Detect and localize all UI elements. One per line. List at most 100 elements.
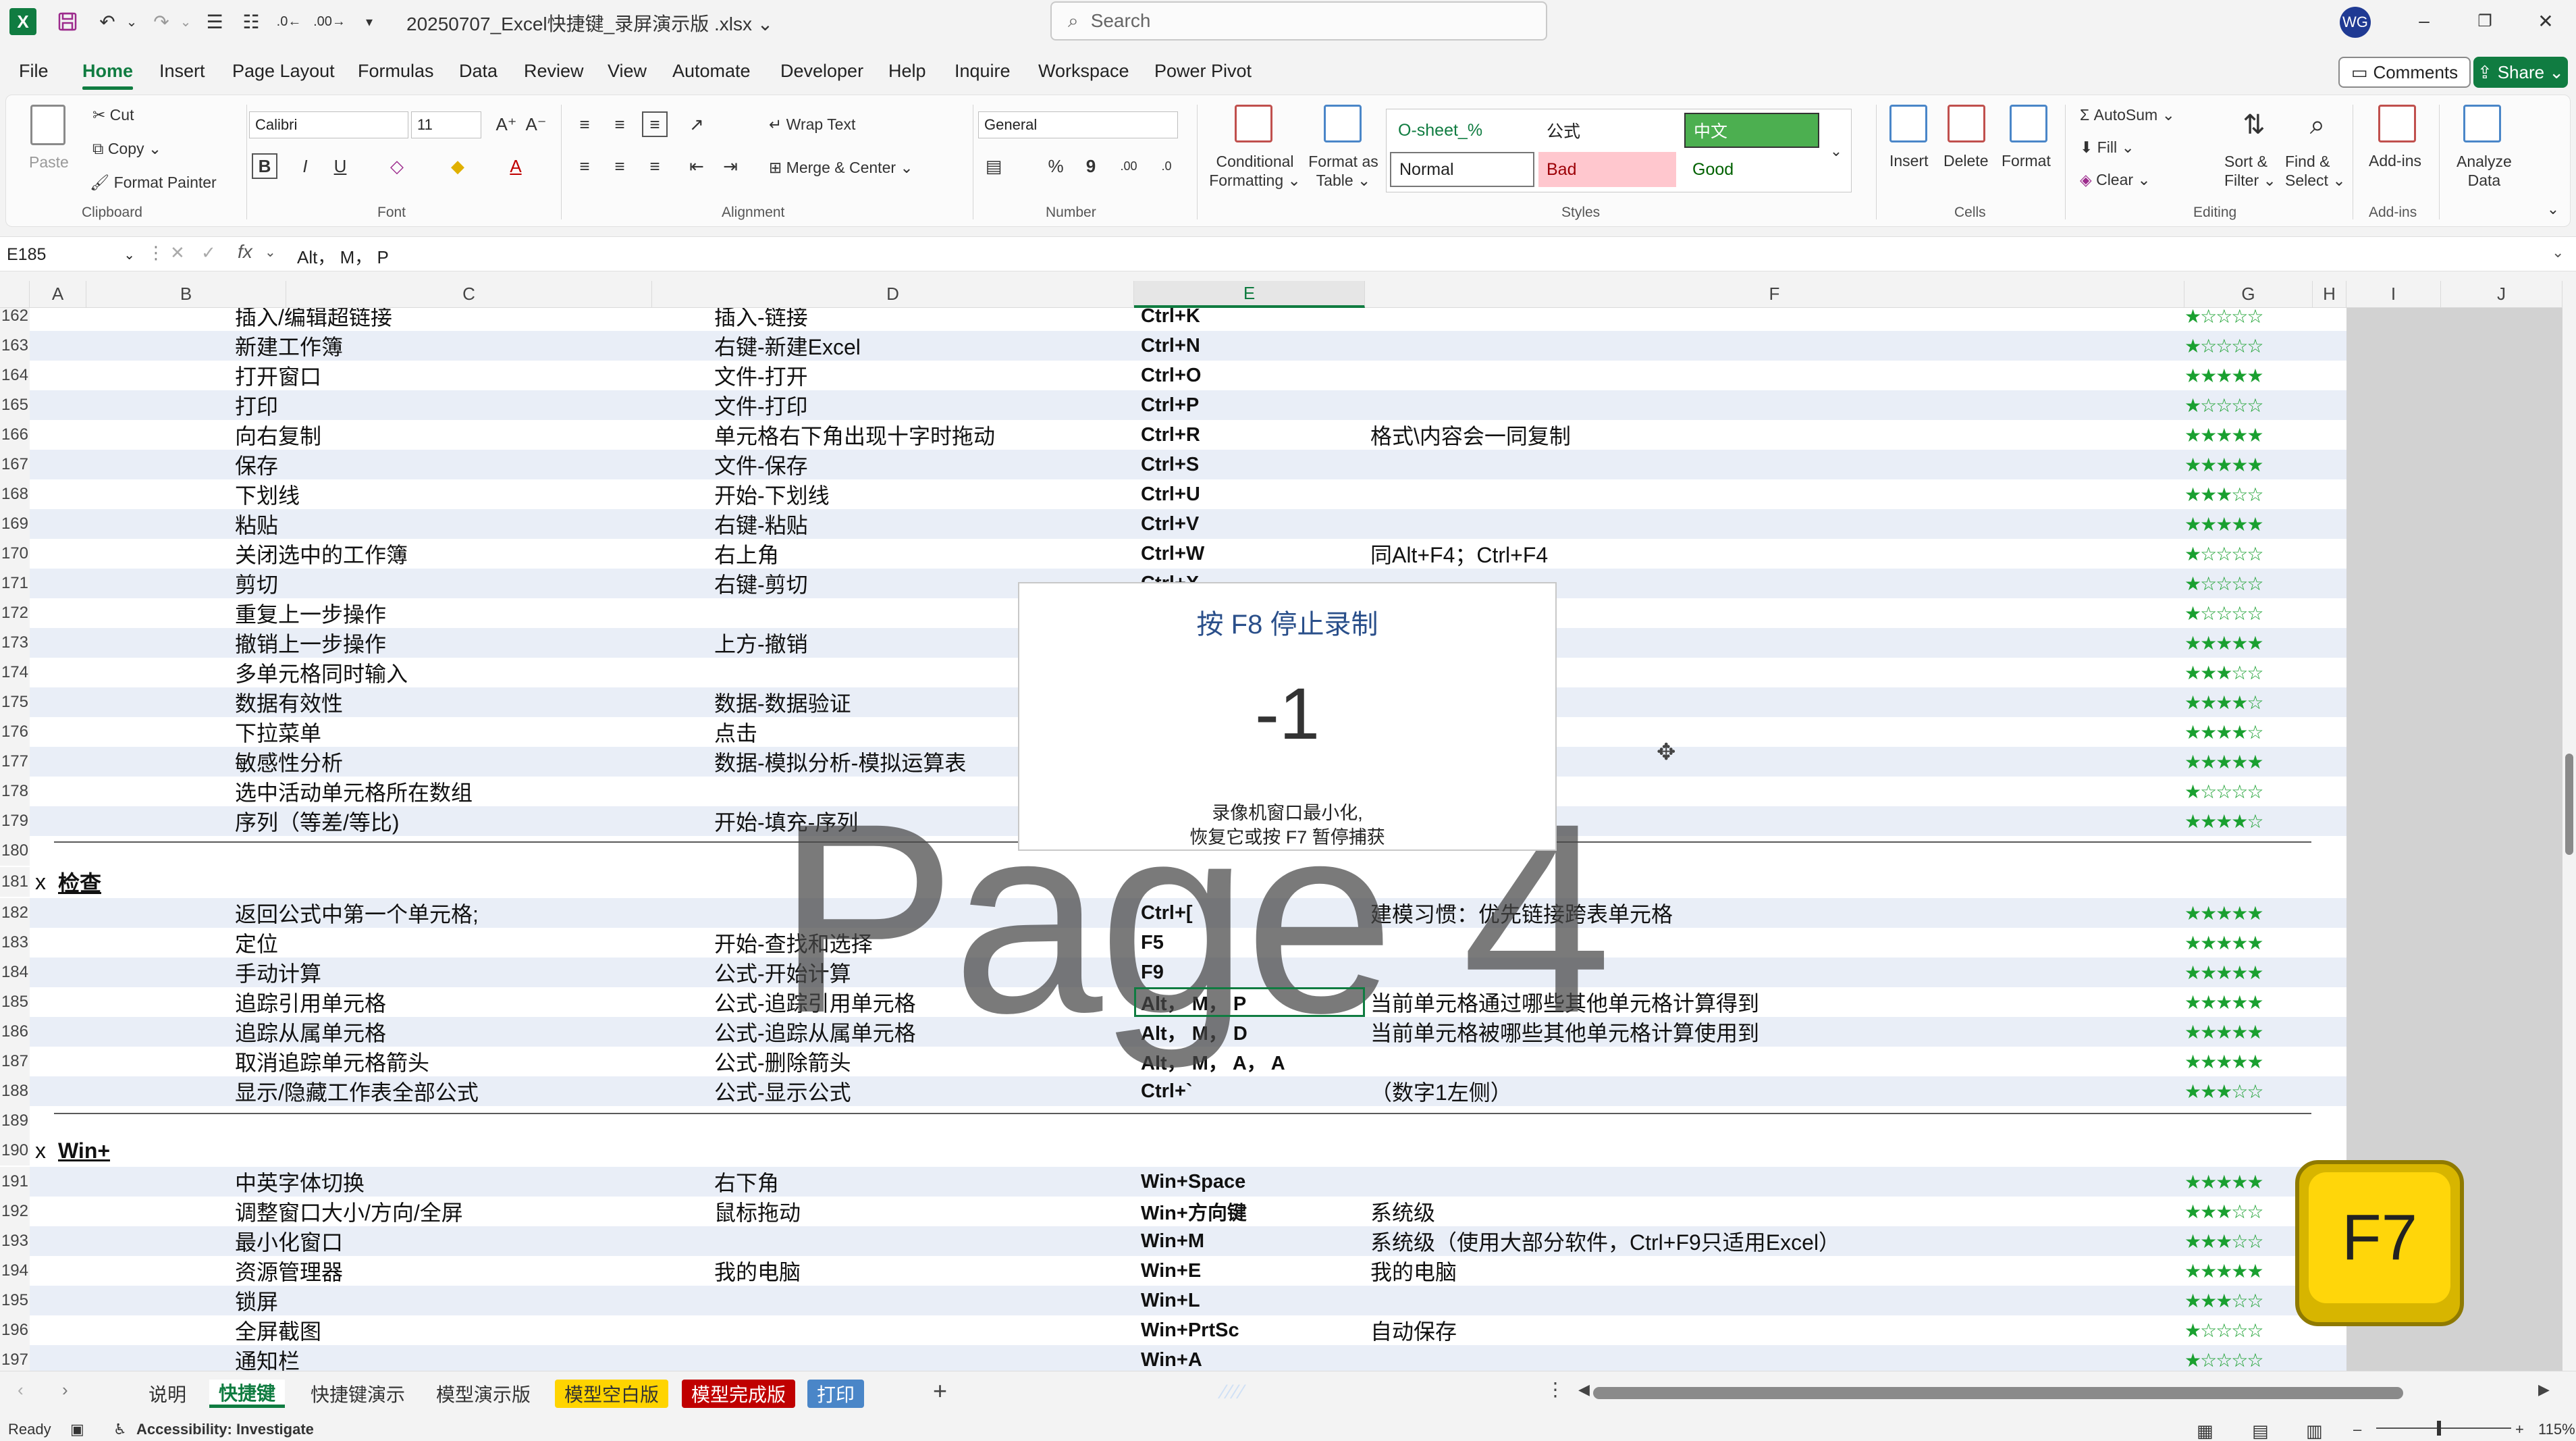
row-number[interactable]: 175 [0,687,30,717]
row-number[interactable]: 177 [0,747,30,777]
cell-c[interactable]: 数据有效性 [235,689,599,716]
cell-e[interactable]: Ctrl+V [1141,510,1364,538]
cell-e[interactable]: F5 [1141,929,1364,956]
paste-button[interactable]: Paste [29,153,69,172]
cell-f[interactable]: 系统级（使用大部分软件，Ctrl+F9只适用Excel） [1370,1228,2180,1255]
cell-e[interactable]: Ctrl+R [1141,421,1364,448]
cell-e[interactable]: Ctrl+N [1141,332,1364,359]
row-number[interactable]: 189 [0,1106,30,1136]
redo-icon[interactable]: ↷ [144,7,178,36]
cell-e[interactable]: Alt， M， D [1141,1018,1364,1045]
row-number[interactable]: 185 [0,987,30,1017]
column-header-f[interactable]: F [1365,281,2184,308]
rating-stars[interactable]: ★★★★☆ [2184,808,2280,835]
row-number[interactable]: 168 [0,479,30,509]
cell-e[interactable]: Win+Space [1141,1168,1364,1195]
decrease-decimal-icon[interactable]: .0 [1154,153,1179,179]
formula-input[interactable]: Alt， M， P [297,244,389,269]
sort-filter-button[interactable]: Sort & Filter ⌄ [2224,152,2276,190]
table-row[interactable]: 183 定位 开始-查找和选择 F5 ★★★★★ [0,928,2346,958]
cell-d[interactable]: 开始-查找和选择 [714,929,1133,956]
sort-filter-icon[interactable]: ⇅ [2234,105,2274,145]
cell-c[interactable]: 追踪从属单元格 [235,1018,599,1045]
rating-stars[interactable]: ★★★★★ [2184,989,2280,1016]
cell-e[interactable]: Win+PrtSc [1141,1317,1364,1344]
cell-c[interactable]: 重复上一步操作 [235,600,599,627]
borders-icon[interactable]: ◇ [384,153,410,179]
section-row[interactable]: 181 x 检查 [0,867,2346,897]
scroll-tabs-right-icon[interactable]: › [62,1380,68,1400]
font-color-icon[interactable]: A [503,153,529,179]
fill-button[interactable]: ⬇ Fill ⌄ [2080,138,2135,157]
select-all-corner[interactable] [0,281,30,308]
vertical-scrollbar-thumb[interactable] [2565,754,2573,855]
zoom-in-icon[interactable]: + [2515,1421,2524,1438]
row-number[interactable]: 164 [0,361,30,390]
cell-e[interactable]: Ctrl+K [1141,308,1364,330]
undo-dropdown-icon[interactable]: ⌄ [124,7,139,36]
font-name-combo[interactable]: Calibri [249,111,408,138]
sheet-tab[interactable]: 打印 [807,1380,865,1408]
cell-f[interactable]: 我的电脑 [1370,1257,2180,1284]
cell-c[interactable]: 下划线 [235,481,599,508]
tab-help[interactable]: Help [888,61,926,82]
table-row[interactable]: 189 [0,1106,2346,1136]
cell-e[interactable]: Win+A [1141,1346,1364,1371]
cell-d[interactable]: 单元格右下角出现十字时拖动 [714,421,1133,448]
restore-icon[interactable]: ❐ [2461,5,2508,36]
cell-c[interactable]: 粘贴 [235,510,599,538]
rating-stars[interactable]: ★★★☆☆ [2184,1198,2280,1225]
tab-automate[interactable]: Automate [672,61,751,82]
decrease-indent-icon[interactable]: ⇤ [684,153,709,179]
row-number[interactable]: 169 [0,509,30,539]
table-row[interactable]: 195 锁屏 Win+L ★★★☆☆ [0,1286,2346,1315]
style-bad[interactable]: Bad [1538,152,1676,187]
table-row[interactable]: 194 资源管理器 我的电脑 Win+E 我的电脑 ★★★★★ [0,1256,2346,1286]
rating-stars[interactable]: ★☆☆☆☆ [2184,332,2280,359]
row-number[interactable]: 166 [0,420,30,450]
rating-stars[interactable]: ★★★★☆ [2184,718,2280,745]
cell-d[interactable]: 插入-链接 [714,308,1133,330]
rating-stars[interactable]: ★☆☆☆☆ [2184,1317,2280,1344]
row-number[interactable]: 186 [0,1017,30,1047]
table-row[interactable]: 182 返回公式中第一个单元格; Ctrl+[建模习惯：优先链接跨表单元格 ★★★★★ [0,898,2346,928]
table-row[interactable]: 192 调整窗口大小/方向/全屏 鼠标拖动 Win+方向键 系统级 ★★★☆☆ [0,1197,2346,1226]
cell-e[interactable]: Alt， M， A， A [1141,1048,1364,1075]
italic-button[interactable]: I [292,153,318,179]
table-row[interactable]: 165 打印 文件-打印 Ctrl+P ★☆☆☆☆ [0,390,2346,420]
column-header-g[interactable]: G [2184,281,2313,308]
insert-cells-icon[interactable] [1889,105,1927,142]
sheet-tab[interactable]: 快捷键演示 [301,1380,414,1408]
rating-stars[interactable]: ★☆☆☆☆ [2184,570,2280,597]
cell-e[interactable]: F9 [1141,959,1364,986]
cell-d[interactable]: 公式-删除箭头 [714,1048,1133,1075]
cell-d[interactable]: 右键-新建Excel [714,332,1133,359]
cell-c[interactable]: 最小化窗口 [235,1228,599,1255]
cell-e[interactable]: Ctrl+[ [1141,899,1364,926]
table-row[interactable]: 168 下划线 开始-下划线 Ctrl+U ★★★☆☆ [0,479,2346,509]
row-number[interactable]: 196 [0,1315,30,1345]
zoom-out-icon[interactable]: – [2353,1421,2361,1438]
rating-stars[interactable]: ★★★★★ [2184,1168,2280,1195]
cell-e[interactable]: Ctrl+S [1141,451,1364,478]
table-row[interactable]: 197 通知栏 Win+A ★☆☆☆☆ [0,1345,2346,1371]
section-title[interactable]: Win+ [58,1137,110,1164]
cell-c[interactable]: 资源管理器 [235,1257,599,1284]
cell-c[interactable]: 多单元格同时输入 [235,659,599,686]
cell-c[interactable]: 显示/隐藏工作表全部公式 [235,1078,599,1105]
delete-cells-button[interactable]: Delete [1943,152,1988,170]
cell-c[interactable]: 追踪引用单元格 [235,989,599,1016]
tab-workspace[interactable]: Workspace [1038,61,1129,82]
cell-e[interactable]: Ctrl+W [1141,540,1364,567]
share-button[interactable]: ⇪ Share ⌄ [2473,57,2568,88]
paste-icon[interactable] [30,105,65,145]
find-select-button[interactable]: Find & Select ⌄ [2285,152,2346,190]
decimal-increase-icon[interactable]: .0← [274,7,304,36]
cell-c[interactable]: 手动计算 [235,959,599,986]
cell-e[interactable]: Win+L [1141,1287,1364,1314]
zoom-level[interactable]: 115% [2538,1421,2575,1438]
table-row[interactable]: 169 粘贴 右键-粘贴 Ctrl+V ★★★★★ [0,509,2346,539]
styles-more-icon[interactable]: ⌄ [1823,138,1849,164]
align-center-icon[interactable]: ≡ [607,153,633,179]
cell-e[interactable]: Win+E [1141,1257,1364,1284]
